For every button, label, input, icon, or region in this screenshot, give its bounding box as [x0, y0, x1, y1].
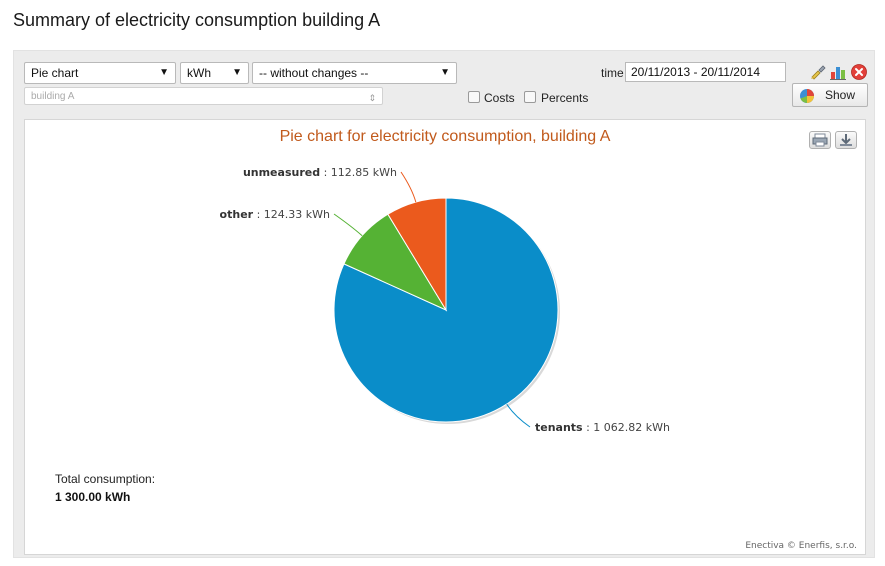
- data-label-other: other : 124.33 kWh: [220, 208, 330, 221]
- pie-chart: tenants : 1 062.82 kWh other : 124.33 kWh…: [220, 166, 670, 434]
- show-button[interactable]: Show: [792, 83, 868, 107]
- updown-arrows-icon: ⇕: [368, 93, 376, 103]
- percents-label: Percents: [541, 91, 589, 105]
- total-consumption-value: 1 300.00 kWh: [55, 490, 131, 504]
- page-title: Summary of electricity consumption build…: [13, 10, 381, 30]
- building-value: building A: [31, 91, 75, 102]
- change-mode-select[interactable]: -- without changes -- ▼: [252, 62, 457, 84]
- chevron-down-icon: ▼: [232, 67, 242, 78]
- data-label-tenants: tenants : 1 062.82 kWh: [535, 421, 670, 434]
- show-button-label: Show: [825, 88, 856, 102]
- bar-chart-icon[interactable]: [829, 63, 847, 81]
- chevron-down-icon: ▼: [159, 67, 169, 78]
- percents-checkbox[interactable]: [524, 91, 536, 103]
- report-panel: Pie chart ▼ kWh ▼ -- without changes -- …: [13, 50, 875, 558]
- time-label: time: [601, 66, 624, 80]
- pie-chart-icon: [799, 88, 815, 107]
- chart-type-value: Pie chart: [31, 66, 79, 80]
- building-select[interactable]: building A ⇕: [24, 87, 383, 105]
- data-label-unmeasured: unmeasured : 112.85 kWh: [243, 166, 397, 179]
- credits-text: Enectiva © Enerfis, s.r.o.: [745, 541, 857, 551]
- close-icon[interactable]: [850, 63, 868, 81]
- unit-value: kWh: [187, 66, 211, 80]
- brush-icon[interactable]: [809, 63, 827, 81]
- costs-label: Costs: [484, 91, 515, 105]
- connector-tenants: [506, 403, 531, 428]
- chevron-down-icon: ▼: [440, 67, 450, 78]
- change-mode-value: -- without changes --: [259, 66, 369, 80]
- time-range-input[interactable]: 20/11/2013 - 20/11/2014: [625, 62, 786, 82]
- connector-other: [333, 213, 363, 237]
- chart-container: Pie chart for electricity consumption, b…: [24, 119, 866, 555]
- chart-type-select[interactable]: Pie chart ▼: [24, 62, 176, 84]
- connector-unmeasured: [400, 171, 417, 203]
- costs-checkbox[interactable]: [468, 91, 480, 103]
- total-consumption-label: Total consumption:: [55, 472, 156, 486]
- unit-select[interactable]: kWh ▼: [180, 62, 249, 84]
